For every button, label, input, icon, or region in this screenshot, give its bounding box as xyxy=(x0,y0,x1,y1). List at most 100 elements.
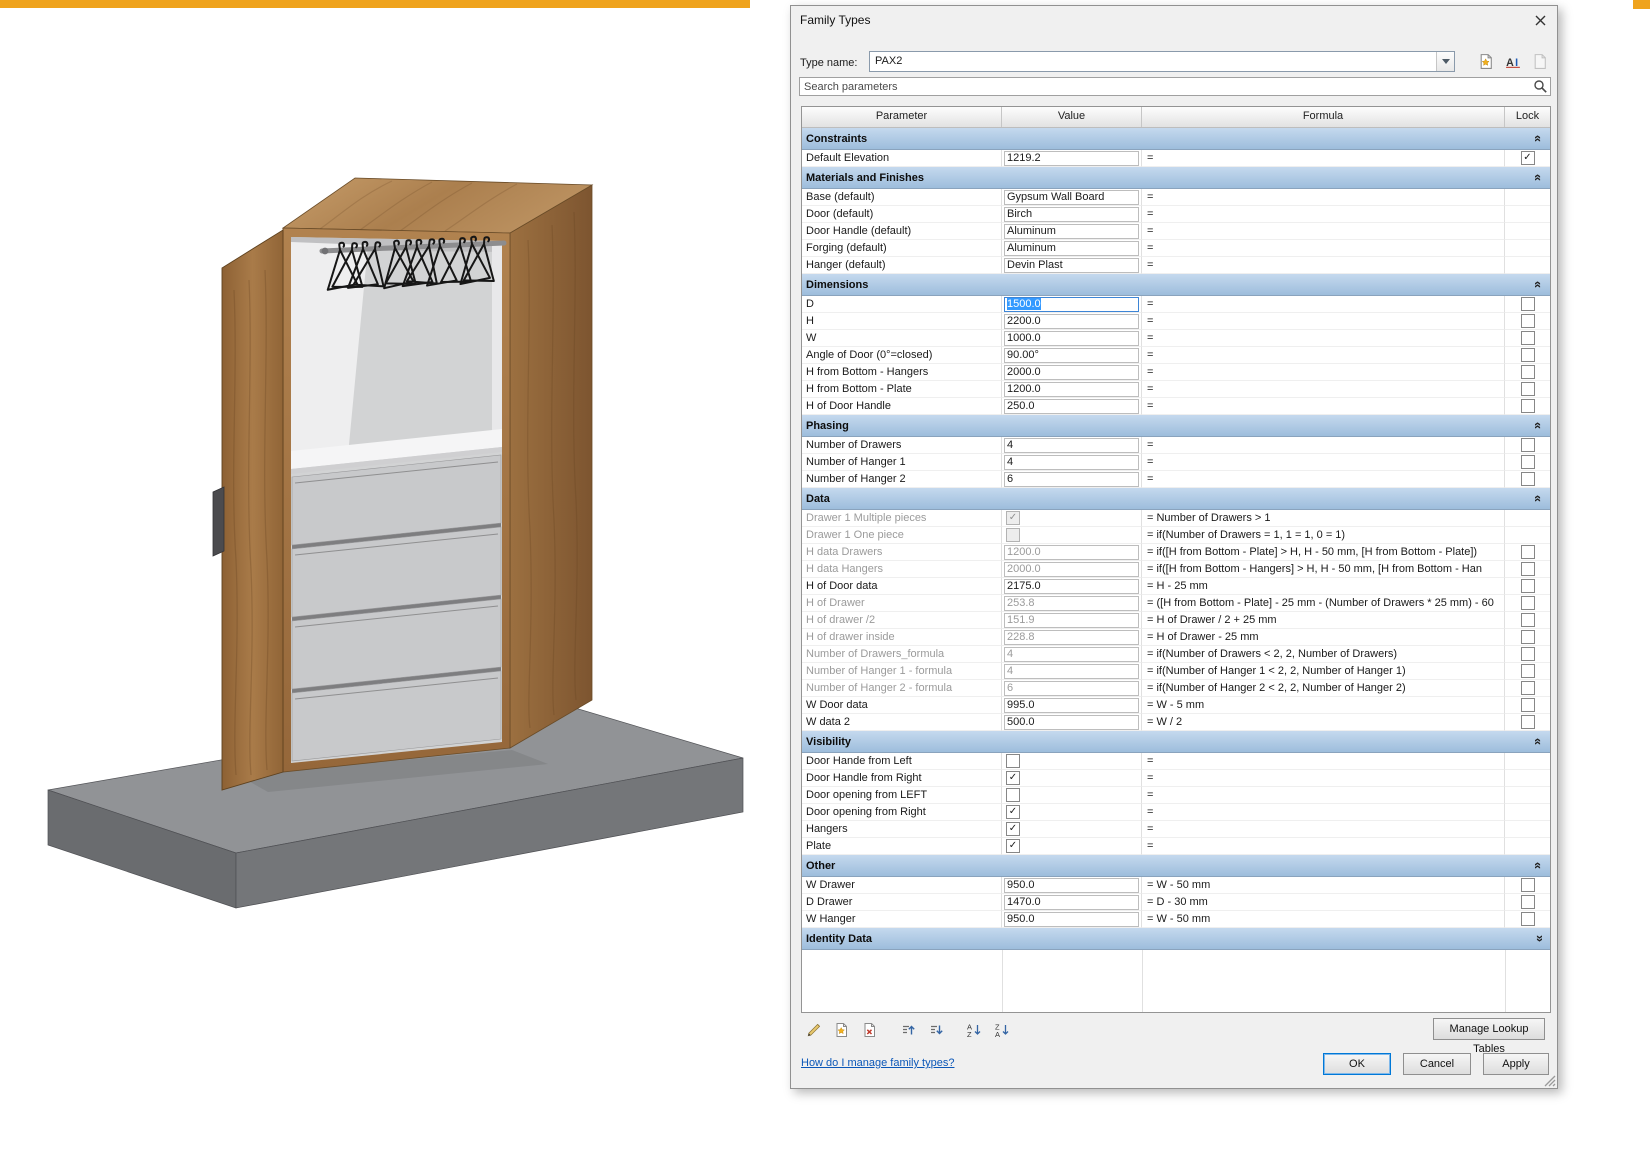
value-cell[interactable]: 4 xyxy=(1002,454,1142,471)
formula-cell[interactable]: = H - 25 mm xyxy=(1142,578,1505,595)
cancel-button[interactable]: Cancel xyxy=(1403,1053,1471,1075)
lock-checkbox[interactable] xyxy=(1520,455,1535,469)
formula-cell[interactable]: = if([H from Bottom - Hangers] > H, H - … xyxy=(1142,561,1505,578)
value-cell[interactable]: 151.9 xyxy=(1002,612,1142,629)
lock-checkbox[interactable] xyxy=(1520,562,1535,576)
table-row[interactable]: Number of Hanger 2 - formula 6 = if(Number… xyxy=(802,680,1550,697)
section-header-dimensions[interactable]: Dimensions « xyxy=(802,274,1550,296)
formula-cell[interactable]: = xyxy=(1142,398,1505,415)
value-cell[interactable]: 2000.0 xyxy=(1002,364,1142,381)
table-row[interactable]: D 1500.0 = xyxy=(802,296,1550,313)
lock-checkbox[interactable] xyxy=(1520,878,1535,892)
table-row[interactable]: Drawer 1 Multiple pieces ✓ = Number of Dra… xyxy=(802,510,1550,527)
close-button[interactable] xyxy=(1529,11,1551,29)
formula-cell[interactable]: = xyxy=(1142,381,1505,398)
section-header-data[interactable]: Data « xyxy=(802,488,1550,510)
value-cell[interactable] xyxy=(1002,787,1142,804)
formula-cell[interactable]: = xyxy=(1142,454,1505,471)
collapse-chevron-icon[interactable]: « xyxy=(1531,862,1546,869)
table-row[interactable]: Door Hande from Left = xyxy=(802,753,1550,770)
lock-checkbox[interactable] xyxy=(1520,579,1535,593)
formula-cell[interactable]: = if(Number of Drawers < 2, 2, Number of… xyxy=(1142,646,1505,663)
formula-cell[interactable]: = W / 2 xyxy=(1142,714,1505,731)
table-row[interactable]: H data Drawers 1200.0 = if([H from Bottom … xyxy=(802,544,1550,561)
lock-checkbox[interactable] xyxy=(1520,681,1535,695)
value-cell[interactable]: 2000.0 xyxy=(1002,561,1142,578)
formula-cell[interactable]: = xyxy=(1142,330,1505,347)
formula-cell[interactable]: = xyxy=(1142,471,1505,488)
value-editbox[interactable]: 950.0 xyxy=(1004,911,1139,927)
table-row[interactable]: Forging (default) Aluminum = xyxy=(802,240,1550,257)
param-cell[interactable]: Door opening from Right xyxy=(802,804,1002,821)
param-cell[interactable]: Drawer 1 Multiple pieces xyxy=(802,510,1002,527)
value-cell[interactable]: ✓ xyxy=(1002,510,1142,527)
param-cell[interactable]: Default Elevation xyxy=(802,150,1002,167)
manage-lookup-tables-button[interactable]: Manage Lookup Tables xyxy=(1433,1018,1545,1055)
formula-cell[interactable]: = W - 5 mm xyxy=(1142,697,1505,714)
value-editbox[interactable]: 1500.0 xyxy=(1004,296,1139,312)
formula-cell[interactable]: = xyxy=(1142,240,1505,257)
formula-cell[interactable]: = if(Number of Hanger 2 < 2, 2, Number o… xyxy=(1142,680,1505,697)
table-row[interactable]: Number of Hanger 1 4 = xyxy=(802,454,1550,471)
table-row[interactable]: H of Door Handle 250.0 = xyxy=(802,398,1550,415)
move-parameter-up-button[interactable] xyxy=(897,1019,919,1041)
param-cell[interactable]: Angle of Door (0°=closed) xyxy=(802,347,1002,364)
formula-cell[interactable]: = H of Drawer - 25 mm xyxy=(1142,629,1505,646)
formula-cell[interactable]: = xyxy=(1142,770,1505,787)
help-link[interactable]: How do I manage family types? xyxy=(801,1057,954,1069)
value-editbox[interactable]: 500.0 xyxy=(1004,714,1139,730)
lock-checkbox[interactable] xyxy=(1520,613,1535,627)
ok-button[interactable]: OK xyxy=(1323,1053,1391,1075)
value-editbox[interactable]: Gypsum Wall Board xyxy=(1004,189,1139,205)
value-cell[interactable]: 2175.0 xyxy=(1002,578,1142,595)
formula-cell[interactable]: = D - 30 mm xyxy=(1142,894,1505,911)
value-cell[interactable]: 1470.0 xyxy=(1002,894,1142,911)
value-checkbox[interactable] xyxy=(1006,788,1020,802)
section-header-constraints[interactable]: Constraints « xyxy=(802,128,1550,150)
lock-checkbox[interactable] xyxy=(1520,348,1535,362)
formula-cell[interactable]: = xyxy=(1142,838,1505,855)
value-checkbox[interactable]: ✓ xyxy=(1006,805,1020,819)
param-cell[interactable]: Number of Hanger 2 - formula xyxy=(802,680,1002,697)
collapse-chevron-icon[interactable]: « xyxy=(1531,281,1546,288)
value-checkbox[interactable]: ✓ xyxy=(1006,771,1020,785)
param-cell[interactable]: W xyxy=(802,330,1002,347)
value-editbox[interactable]: 2175.0 xyxy=(1004,578,1139,594)
value-cell[interactable]: 4 xyxy=(1002,663,1142,680)
value-cell[interactable]: 6 xyxy=(1002,680,1142,697)
param-cell[interactable]: H of drawer inside xyxy=(802,629,1002,646)
value-cell[interactable]: ✓ xyxy=(1002,770,1142,787)
param-cell[interactable]: Door Handle from Right xyxy=(802,770,1002,787)
param-cell[interactable]: H xyxy=(802,313,1002,330)
table-row[interactable]: H data Hangers 2000.0 = if([H from Bottom … xyxy=(802,561,1550,578)
value-editbox[interactable]: 2200.0 xyxy=(1004,313,1139,329)
section-header-other[interactable]: Other « xyxy=(802,855,1550,877)
formula-cell[interactable]: = xyxy=(1142,804,1505,821)
value-cell[interactable]: ✓ xyxy=(1002,838,1142,855)
param-cell[interactable]: H of drawer /2 xyxy=(802,612,1002,629)
formula-cell[interactable]: = if(Number of Drawers = 1, 1 = 1, 0 = 1… xyxy=(1142,527,1505,544)
section-header-visibility[interactable]: Visibility « xyxy=(802,731,1550,753)
param-cell[interactable]: Forging (default) xyxy=(802,240,1002,257)
table-row[interactable]: Number of Drawers 4 = xyxy=(802,437,1550,454)
formula-cell[interactable]: = xyxy=(1142,821,1505,838)
dialog-titlebar[interactable]: Family Types xyxy=(791,6,1557,34)
sort-ascending-button[interactable]: AZ xyxy=(963,1019,985,1041)
collapse-chevron-icon[interactable]: « xyxy=(1531,174,1546,181)
lock-checkbox[interactable] xyxy=(1520,647,1535,661)
collapse-chevron-icon[interactable]: « xyxy=(1531,738,1546,745)
table-row[interactable]: Plate ✓ = xyxy=(802,838,1550,855)
table-row[interactable]: Number of Hanger 1 - formula 4 = if(Number… xyxy=(802,663,1550,680)
formula-cell[interactable]: = xyxy=(1142,313,1505,330)
lock-checkbox[interactable]: ✓ xyxy=(1520,151,1535,165)
formula-cell[interactable]: = xyxy=(1142,223,1505,240)
param-cell[interactable]: H of Door Handle xyxy=(802,398,1002,415)
formula-cell[interactable]: = ([H from Bottom - Plate] - 25 mm - (Nu… xyxy=(1142,595,1505,612)
value-editbox[interactable]: 253.8 xyxy=(1004,595,1139,611)
table-row[interactable]: H of Drawer 253.8 = ([H from Bottom - Plat… xyxy=(802,595,1550,612)
lock-checkbox[interactable] xyxy=(1520,399,1535,413)
table-row[interactable]: W Hanger 950.0 = W - 50 mm xyxy=(802,911,1550,928)
collapse-chevron-icon[interactable]: « xyxy=(1531,135,1546,142)
formula-cell[interactable]: = if(Number of Hanger 1 < 2, 2, Number o… xyxy=(1142,663,1505,680)
value-editbox[interactable]: 4 xyxy=(1004,437,1139,453)
